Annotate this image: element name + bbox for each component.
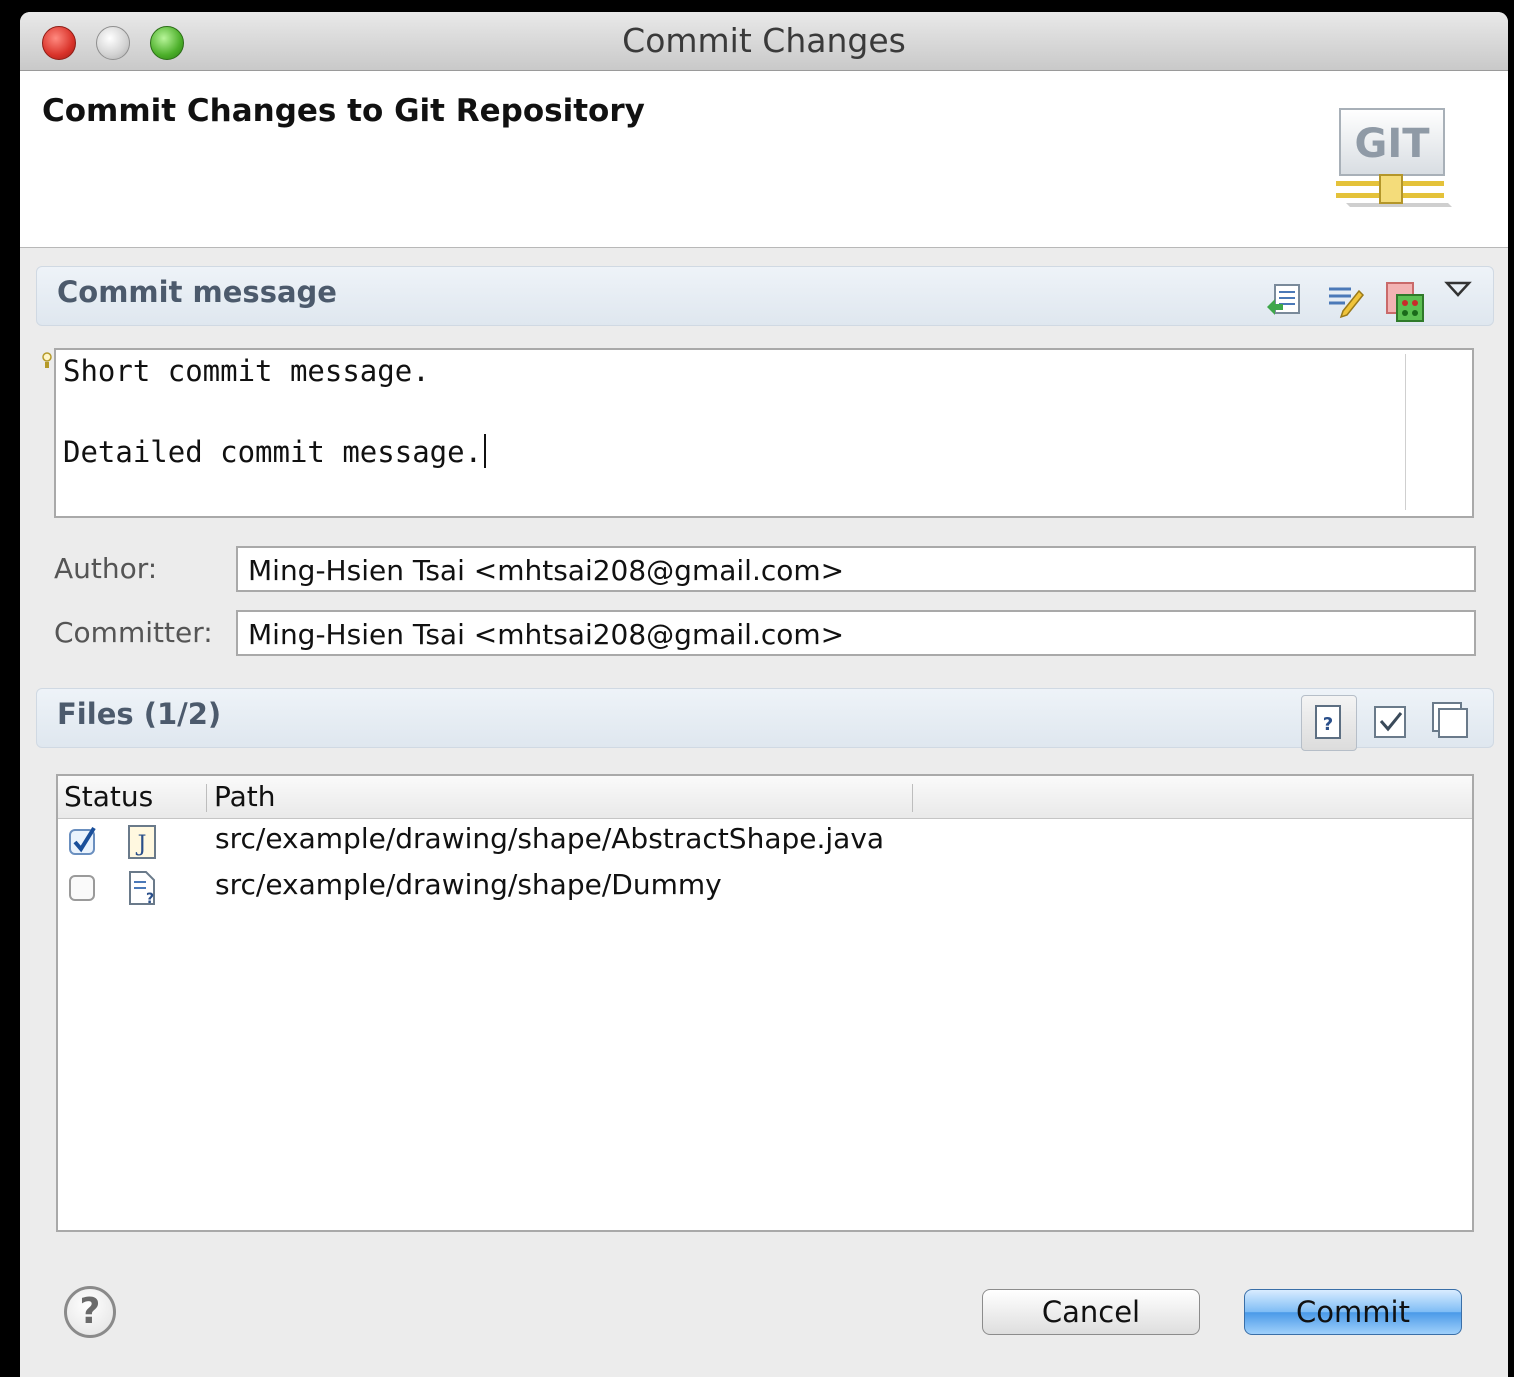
commit-message-line-3-text: Detailed commit message. — [63, 435, 483, 469]
git-logo-icon: GIT — [1336, 108, 1452, 207]
dialog-title: Commit Changes to Git Repository — [42, 93, 645, 129]
author-label: Author: — [54, 552, 158, 585]
content-assist-bulb-icon — [42, 352, 52, 368]
commit-dialog: Commit Changes Commit Changes to Git Rep… — [20, 12, 1508, 1377]
select-all-icon[interactable] — [1369, 699, 1413, 743]
untracked-file-icon: ? — [129, 871, 155, 906]
commit-message-textarea[interactable]: Short commit message. Detailed commit me… — [54, 348, 1474, 518]
deselect-all-icon[interactable] — [1429, 699, 1473, 743]
file-path: src/example/drawing/shape/Dummy — [215, 868, 722, 901]
files-section-title: Files (1/2) — [57, 697, 222, 731]
show-untracked-icon: ? — [1315, 705, 1341, 739]
commit-message-line-1: Short commit message. — [63, 354, 430, 388]
svg-text:J: J — [136, 832, 147, 857]
committer-input[interactable]: Ming-Hsien Tsai <mhtsai208@gmail.com> — [236, 610, 1476, 656]
cancel-button[interactable]: Cancel — [982, 1289, 1200, 1335]
dialog-header: Commit Changes to Git Repository GIT — [20, 71, 1508, 248]
column-separator[interactable] — [912, 784, 913, 812]
author-input[interactable]: Ming-Hsien Tsai <mhtsai208@gmail.com> — [236, 546, 1476, 592]
ruler-separator — [1405, 354, 1406, 510]
file-path: src/example/drawing/shape/AbstractShape.… — [215, 822, 885, 855]
svg-text:?: ? — [1323, 714, 1333, 735]
file-checkbox-checked[interactable] — [68, 826, 98, 856]
committer-label: Committer: — [54, 616, 213, 649]
files-table: Status Path J src/example/drawing/shape/… — [56, 774, 1474, 1232]
commit-message-section-header: Commit message — [36, 266, 1494, 326]
column-separator[interactable] — [206, 784, 207, 812]
file-checkbox-unchecked[interactable] — [68, 872, 98, 902]
compare-icon[interactable] — [1383, 279, 1427, 323]
add-signed-off-by-icon[interactable] — [1263, 277, 1307, 321]
help-button[interactable]: ? — [64, 1286, 116, 1338]
title-bar: Commit Changes — [20, 12, 1508, 71]
table-row[interactable]: ? src/example/drawing/shape/Dummy — [58, 866, 1472, 910]
svg-text:?: ? — [146, 891, 154, 906]
commit-button[interactable]: Commit — [1244, 1289, 1462, 1335]
window-title: Commit Changes — [622, 21, 906, 60]
git-logo-text: GIT — [1355, 121, 1431, 167]
column-header-path[interactable]: Path — [214, 780, 276, 813]
java-file-icon: J — [128, 825, 156, 859]
text-caret — [484, 434, 487, 468]
show-untracked-toggle[interactable]: ? — [1301, 695, 1357, 751]
amend-icon[interactable] — [1323, 277, 1367, 321]
table-row[interactable]: J src/example/drawing/shape/AbstractShap… — [58, 820, 1472, 864]
files-section-header: Files (1/2) ? — [36, 688, 1494, 751]
commit-message-line-3: Detailed commit message. — [63, 434, 487, 469]
commit-message-section-title: Commit message — [57, 275, 337, 309]
column-header-status[interactable]: Status — [64, 780, 153, 813]
view-menu-icon[interactable] — [1443, 275, 1473, 305]
files-table-header: Status Path — [58, 776, 1472, 819]
